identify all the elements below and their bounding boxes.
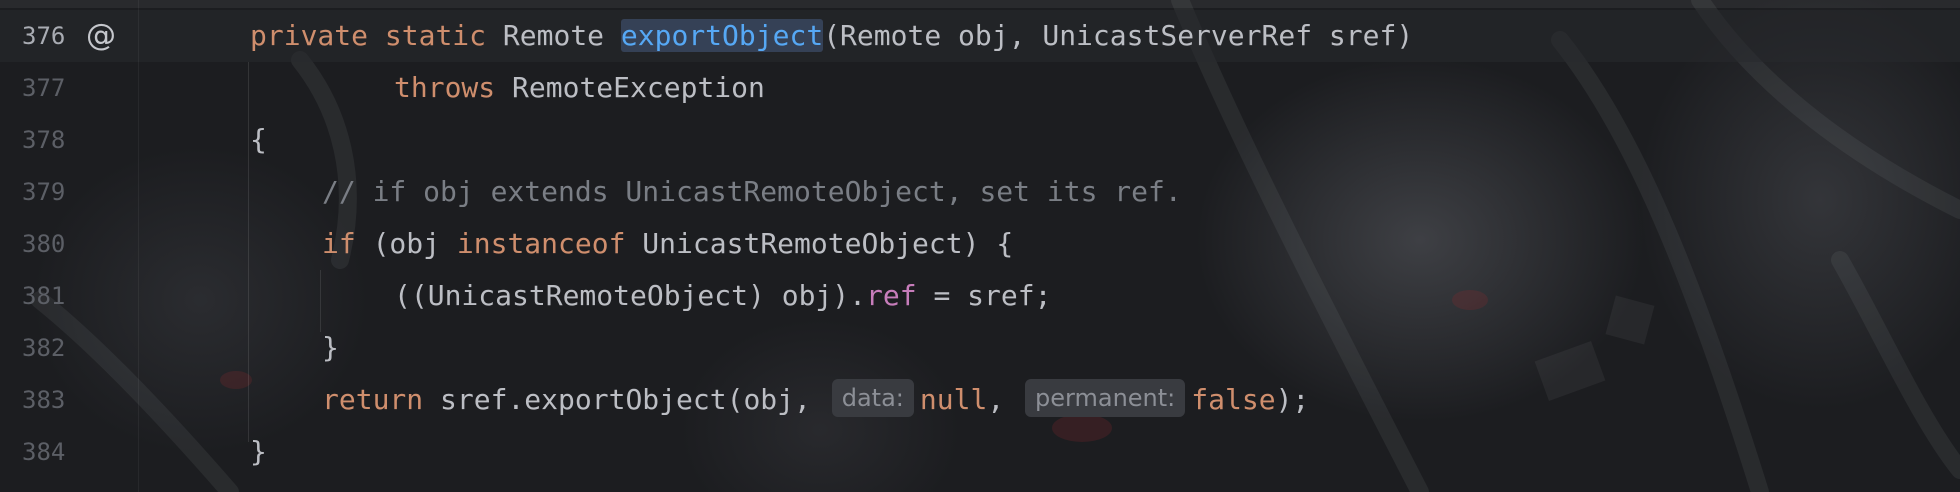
keyword-token: static xyxy=(384,19,487,52)
code-text[interactable]: private static Remote exportObject(Remot… xyxy=(250,10,1413,62)
line-number[interactable]: 384 xyxy=(22,426,78,478)
line-number[interactable]: 379 xyxy=(22,166,78,218)
annotation-gutter-icon[interactable]: @ xyxy=(86,10,116,62)
line-number[interactable]: 380 xyxy=(22,218,78,270)
code-line[interactable]: 383 return sref.exportObject(obj, data: nu… xyxy=(0,374,1960,426)
code-line[interactable]: 382} xyxy=(0,322,1960,374)
code-token: } xyxy=(322,331,339,364)
code-token: = sref; xyxy=(916,279,1052,312)
line-number[interactable]: 378 xyxy=(22,114,78,166)
line-number[interactable]: 376 xyxy=(22,10,78,62)
keyword-token: throws xyxy=(394,71,496,104)
code-line[interactable]: 379 // if obj extends UnicastRemoteObject… xyxy=(0,166,1960,218)
code-text[interactable]: // if obj extends UnicastRemoteObject, s… xyxy=(322,166,1182,218)
code-text[interactable]: } xyxy=(322,322,339,374)
code-line[interactable]: 381 ((UnicastRemoteObject) obj).ref = sre… xyxy=(0,270,1960,322)
code-line[interactable]: 384} xyxy=(0,426,1960,478)
code-token: (Remote obj, UnicastServerRef sref) xyxy=(823,19,1414,52)
keyword-token: private xyxy=(250,19,369,52)
parameter-name-hint[interactable]: data: xyxy=(831,379,914,417)
field-token: ref xyxy=(866,279,917,312)
keyword-token: instanceof xyxy=(456,227,626,260)
code-text[interactable]: ((UnicastRemoteObject) obj).ref = sref; xyxy=(394,270,1051,322)
comment-token: // if obj extends UnicastRemoteObject, s… xyxy=(322,175,1182,208)
keyword-token: null xyxy=(919,383,988,416)
code-text[interactable]: } xyxy=(250,426,267,478)
line-number[interactable]: 381 xyxy=(22,270,78,322)
code-text[interactable]: return sref.exportObject(obj, data: null,… xyxy=(322,374,1309,426)
code-line[interactable]: 376 @ private static Remote exportObject(R… xyxy=(0,10,1960,62)
parameter-name-hint[interactable]: permanent: xyxy=(1025,379,1186,417)
code-token: sref.exportObject(obj, xyxy=(423,383,828,416)
code-line[interactable]: 377 throws RemoteException xyxy=(0,62,1960,114)
editor-top-edge xyxy=(0,0,1960,8)
code-token: } xyxy=(250,435,267,468)
method-name-token: exportObject xyxy=(620,19,824,52)
line-number[interactable]: 377 xyxy=(22,62,78,114)
line-number[interactable]: 382 xyxy=(22,322,78,374)
keyword-token: return xyxy=(322,383,424,416)
code-token: (obj xyxy=(355,227,457,260)
code-line[interactable]: 378 { xyxy=(0,114,1960,166)
code-token: ); xyxy=(1275,383,1310,416)
code-editor[interactable]: 376 @ private static Remote exportObject(R… xyxy=(0,0,1960,492)
code-token: RemoteException xyxy=(495,71,765,104)
line-number[interactable]: 383 xyxy=(22,374,78,426)
code-line[interactable]: 380 if (obj instanceof UnicastRemoteObjec… xyxy=(0,218,1960,270)
keyword-token: if xyxy=(322,227,356,260)
code-text[interactable]: throws RemoteException xyxy=(394,62,765,114)
code-token: UnicastRemoteObject) { xyxy=(625,227,1014,260)
code-text[interactable]: if (obj instanceof UnicastRemoteObject) … xyxy=(322,218,1013,270)
keyword-token: false xyxy=(1191,383,1276,416)
code-token: , xyxy=(987,383,1022,416)
code-token: ((UnicastRemoteObject) obj). xyxy=(394,279,867,312)
code-token: Remote xyxy=(486,19,621,52)
code-text[interactable]: { xyxy=(250,114,267,166)
code-token: { xyxy=(250,123,267,156)
